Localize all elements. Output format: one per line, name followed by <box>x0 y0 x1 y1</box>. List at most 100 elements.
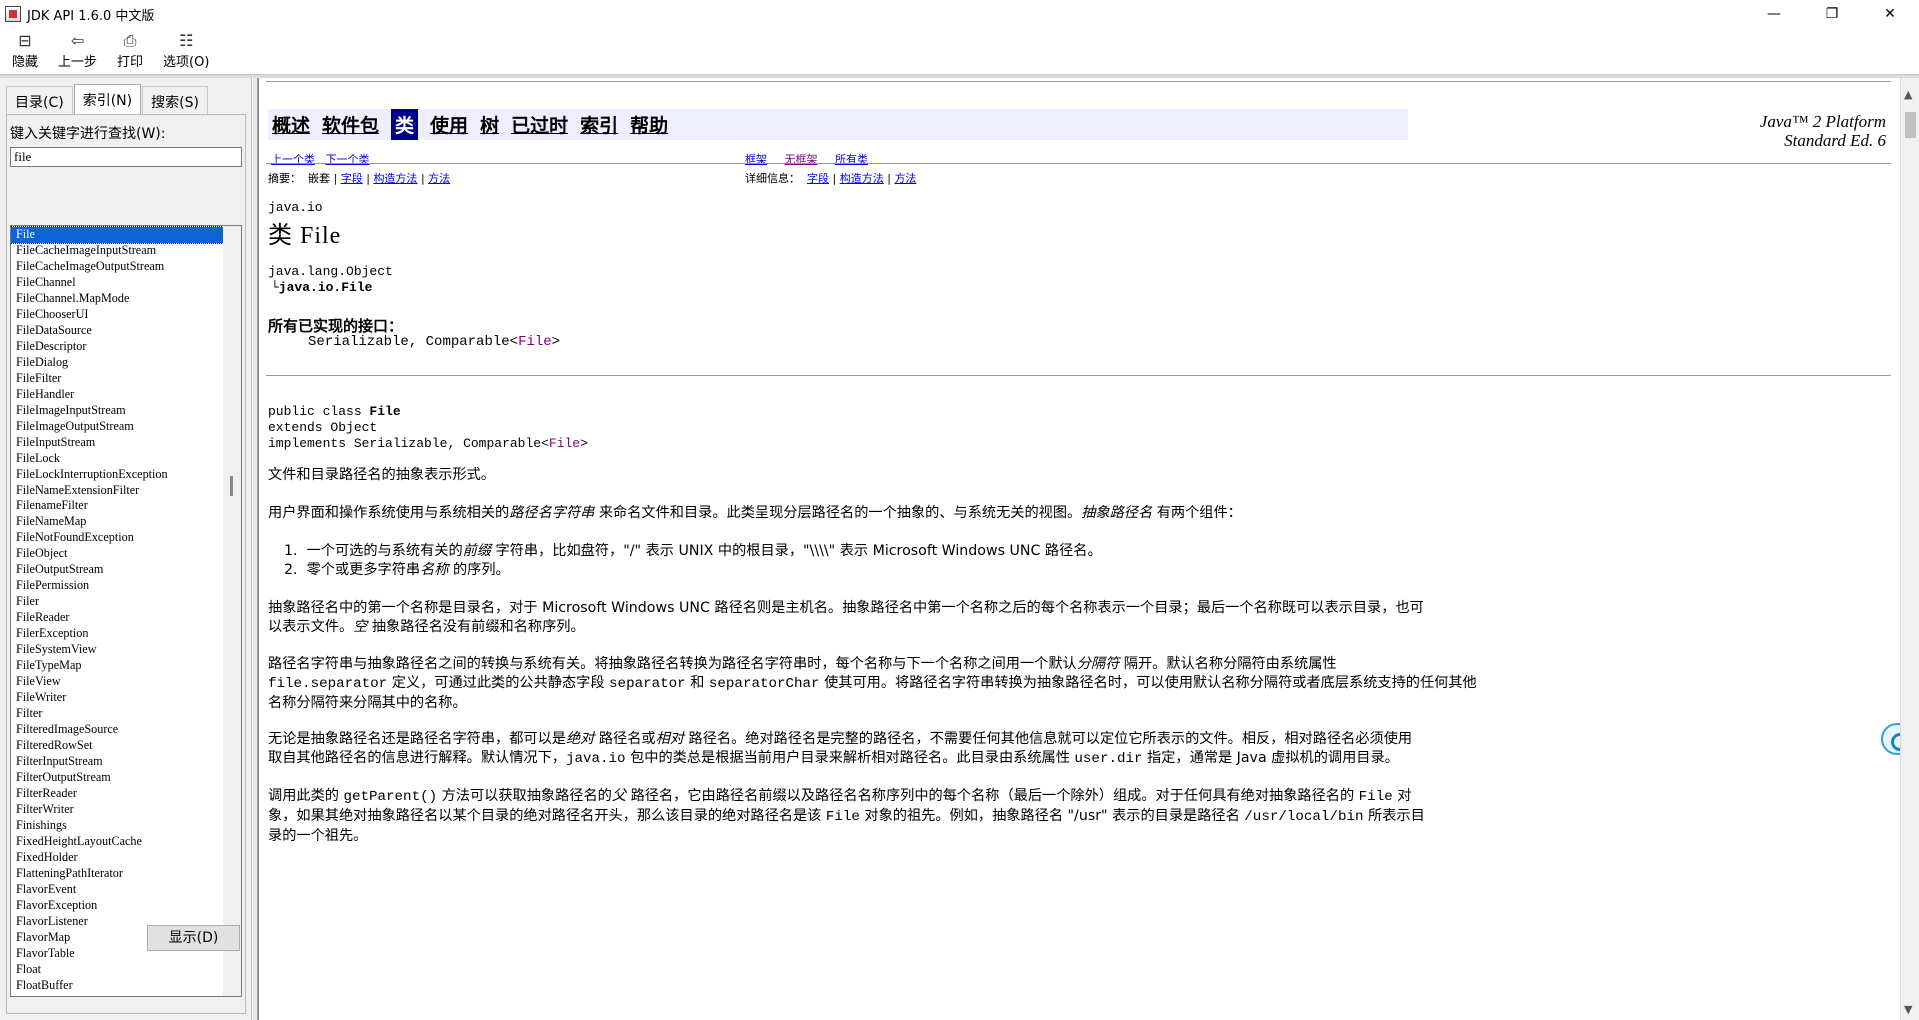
index-list-item[interactable]: FilteredRowSet <box>11 738 223 754</box>
document-scroll-thumb[interactable] <box>1905 112 1916 138</box>
options-button[interactable]: ☷ 选项(O) <box>163 28 209 71</box>
index-list-scrollbar[interactable] <box>223 226 241 996</box>
index-list-item[interactable]: FileLock <box>11 451 223 467</box>
index-list-item[interactable]: FileChooserUI <box>11 307 223 323</box>
index-list-item[interactable]: FileReader <box>11 610 223 626</box>
index-list-item[interactable]: FileHandler <box>11 387 223 403</box>
summary-field-link[interactable]: 字段 <box>341 172 363 185</box>
index-list-item[interactable]: FileView <box>11 674 223 690</box>
decl-file-link[interactable]: File <box>549 436 580 451</box>
show-button[interactable]: 显示(D) <box>147 925 240 951</box>
next-class-link[interactable]: 下一个类 <box>326 153 370 166</box>
index-list-item[interactable]: FileImageInputStream <box>11 403 223 419</box>
decl-comparable-link[interactable]: Comparable <box>463 436 541 451</box>
file-link[interactable]: File <box>518 334 552 350</box>
no-frames-link[interactable]: 无框架 <box>784 153 817 166</box>
index-list-item[interactable]: FileFilter <box>11 371 223 387</box>
nav-help[interactable]: 帮助 <box>630 111 668 138</box>
prev-class-link[interactable]: 上一个类 <box>271 153 315 166</box>
index-list-item[interactable]: FilePermission <box>11 578 223 594</box>
back-button[interactable]: ⇦ 上一步 <box>58 28 97 71</box>
document-pane: 概述 软件包 类 使用 树 已过时 索引 帮助 Java™ 2 Platform… <box>258 78 1919 1020</box>
index-list[interactable]: File FileCacheImageInputStream FileCacheIm… <box>10 225 242 997</box>
code: java.io <box>565 751 626 767</box>
index-list-item[interactable]: FilenameFilter <box>11 498 223 514</box>
index-list-item[interactable]: FileWriter <box>11 690 223 706</box>
index-list-item[interactable]: FileChannel.MapMode <box>11 291 223 307</box>
index-list-item[interactable]: FileImageOutputStream <box>11 419 223 435</box>
keyword-input[interactable] <box>10 147 242 167</box>
separator-link[interactable]: separator <box>609 676 686 692</box>
scrollbar-thumb[interactable] <box>230 476 233 496</box>
nav-overview[interactable]: 概述 <box>272 111 310 138</box>
index-list-item[interactable]: Filer <box>11 594 223 610</box>
hide-button[interactable]: ⊟ 隐藏 <box>12 28 38 71</box>
index-list-item[interactable]: FileTypeMap <box>11 658 223 674</box>
index-list-item[interactable]: FileNameMap <box>11 514 223 530</box>
getparent-link[interactable]: getParent() <box>343 789 437 805</box>
index-list-item[interactable]: FixedHolder <box>11 850 223 866</box>
scroll-up-icon[interactable]: ▲ <box>1904 88 1912 101</box>
serializable-link[interactable]: Serializable <box>308 334 409 350</box>
index-list-item[interactable]: FilterReader <box>11 786 223 802</box>
print-button[interactable]: ⎙ 打印 <box>117 28 143 71</box>
nav-use[interactable]: 使用 <box>430 111 468 138</box>
index-list-item[interactable]: FixedHeightLayoutCache <box>11 834 223 850</box>
em: 抽象路径名 <box>1081 505 1153 521</box>
tab-index[interactable]: 索引(N) <box>73 84 142 114</box>
index-list-item[interactable]: FilerException <box>11 626 223 642</box>
summary-constructor-link[interactable]: 构造方法 <box>373 172 417 185</box>
index-list-item[interactable]: FileChannel <box>11 275 223 291</box>
tab-search[interactable]: 搜索(S) <box>142 86 208 114</box>
index-list-item[interactable]: FileNameExtensionFilter <box>11 483 223 499</box>
nav-index[interactable]: 索引 <box>580 111 618 138</box>
scroll-down-icon[interactable]: ▼ <box>1904 1003 1912 1016</box>
index-list-item[interactable]: Float <box>11 962 223 978</box>
index-list-item[interactable]: FilterWriter <box>11 802 223 818</box>
index-list-item[interactable]: FileDataSource <box>11 323 223 339</box>
index-list-item[interactable]: Finishings <box>11 818 223 834</box>
index-list-item[interactable]: FilterInputStream <box>11 754 223 770</box>
decl-object-link[interactable]: Object <box>330 420 377 435</box>
tab-contents[interactable]: 目录(C) <box>6 86 73 114</box>
index-list-item[interactable]: FileNotFoundException <box>11 530 223 546</box>
object-link[interactable]: java.lang.Object <box>268 264 393 279</box>
index-list-item[interactable]: FileInputStream <box>11 435 223 451</box>
index-list-item[interactable]: FileDescriptor <box>11 339 223 355</box>
detail-constructor-link[interactable]: 构造方法 <box>840 172 884 185</box>
index-list-item[interactable]: FlatteningPathIterator <box>11 866 223 882</box>
index-list-item[interactable]: FileCacheImageInputStream <box>11 243 223 259</box>
index-list-item[interactable]: File <box>11 226 224 244</box>
document-scrollbar[interactable]: ▲ ▼ <box>1900 78 1919 1020</box>
comparable-link[interactable]: Comparable <box>426 334 510 350</box>
detail-field-link[interactable]: 字段 <box>807 172 829 185</box>
restore-button[interactable]: ❐ <box>1803 0 1861 28</box>
index-list-item[interactable]: FilterOutputStream <box>11 770 223 786</box>
separator: | <box>832 172 837 185</box>
nav-tree[interactable]: 树 <box>480 111 499 138</box>
index-list-item[interactable]: FileObject <box>11 546 223 562</box>
text: 有两个组件： <box>1152 505 1242 521</box>
frames-link[interactable]: 框架 <box>745 153 767 166</box>
index-list-item[interactable]: FloatBuffer <box>11 978 223 994</box>
index-list-item[interactable]: FileOutputStream <box>11 562 223 578</box>
separatorchar-link[interactable]: separatorChar <box>709 676 820 692</box>
index-list-item[interactable]: FlavorException <box>11 898 223 914</box>
index-list-item[interactable]: FileCacheImageOutputStream <box>11 259 223 275</box>
index-list-item[interactable]: Filter <box>11 706 223 722</box>
index-list-item[interactable]: FileDialog <box>11 355 223 371</box>
minimize-button[interactable]: — <box>1745 0 1803 28</box>
index-list-item[interactable]: FileLockInterruptionException <box>11 467 223 483</box>
nav-package[interactable]: 软件包 <box>322 111 379 138</box>
index-list-item[interactable]: FileSystemView <box>11 642 223 658</box>
index-list-item[interactable]: FilteredImageSource <box>11 722 223 738</box>
summary-label: 摘要： <box>268 172 301 185</box>
nav-deprecated[interactable]: 已过时 <box>511 111 568 138</box>
index-list-item[interactable]: FlavorEvent <box>11 882 223 898</box>
close-button[interactable]: ✕ <box>1861 0 1919 28</box>
all-classes-link[interactable]: 所有类 <box>835 153 868 166</box>
decl-serializable-link[interactable]: Serializable <box>354 436 448 451</box>
summary-method-link[interactable]: 方法 <box>428 172 450 185</box>
detail-method-link[interactable]: 方法 <box>894 172 916 185</box>
index-list-item[interactable]: FloatControl <box>11 994 223 997</box>
